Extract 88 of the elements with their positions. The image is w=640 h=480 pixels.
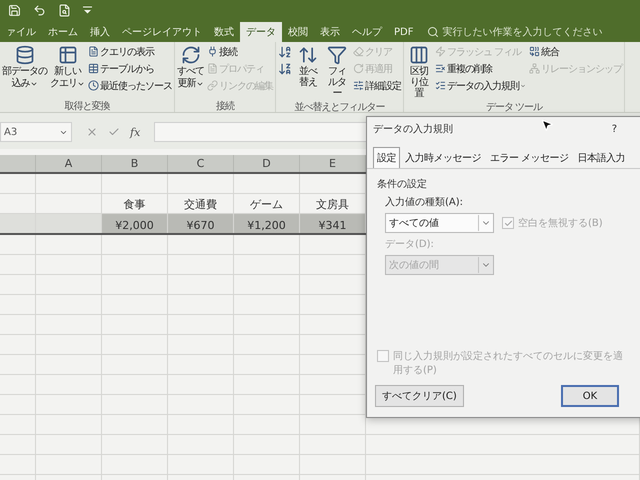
field-label: データ(D): (385, 238, 435, 251)
ribbon-button[interactable]: 新しい クエリ (49, 44, 86, 90)
group-label: 接続 (215, 100, 236, 112)
sort-icon (298, 45, 318, 65)
search-icon (427, 26, 440, 38)
dialog-tab[interactable]: 入力時メッセージ (401, 147, 485, 168)
ribbon-tab[interactable]: ァイル (0, 22, 42, 42)
ribbon-button[interactable]: 並べ替え (294, 44, 322, 89)
table-icon (58, 45, 78, 65)
ribbon-button[interactable]: フィルター (323, 44, 351, 100)
ribbon-button[interactable]: 部データの 込み (1, 44, 48, 90)
ribbon-tab[interactable]: ページレイアウト (116, 22, 208, 42)
ribbon-button[interactable]: 接続 (206, 44, 274, 59)
ribbon-button[interactable]: クエリの表示 (87, 44, 173, 59)
column-header[interactable]: B (102, 155, 168, 172)
column-header[interactable]: D (234, 155, 300, 172)
ribbon-tab[interactable]: 数式 (208, 22, 240, 42)
undo-icon[interactable] (33, 4, 46, 16)
columns-icon (409, 45, 429, 65)
ribbon-button[interactable]: 詳細設定 (352, 78, 402, 93)
link-icon (207, 80, 218, 91)
search-field[interactable]: 実行したい作業を入力してください (427, 22, 602, 42)
ribbon-button[interactable]: テーブルから (87, 61, 173, 76)
dialog-tab[interactable]: 日本語入力 (574, 147, 630, 168)
sort-button[interactable] (277, 61, 293, 76)
plug-icon (207, 46, 218, 57)
sort-descending-icon (278, 62, 292, 76)
table-icon (88, 63, 99, 74)
dialog-title: データの入力規則 (373, 122, 453, 136)
caret-icon (520, 82, 526, 88)
eraser-icon (353, 46, 364, 57)
table-cell: ¥341 (300, 214, 366, 233)
remove-list-icon (435, 63, 446, 74)
document-icon (88, 46, 99, 57)
save-icon[interactable] (8, 4, 21, 16)
group-label: データ ツール (484, 101, 544, 113)
document-icon (207, 63, 218, 74)
reapply-icon (353, 63, 364, 74)
table-cell: ¥670 (168, 214, 234, 233)
field-label: 入力値の種類(A): (385, 196, 464, 209)
refresh-icon (180, 45, 200, 65)
ribbon-tab[interactable]: 挿入 (84, 22, 116, 42)
ribbon-tab[interactable]: データ (240, 22, 282, 42)
mouse-pointer-icon (540, 118, 554, 132)
table-cell: ゲーム (234, 194, 300, 213)
ribbon-button[interactable]: 統合 (528, 44, 623, 59)
clear-button[interactable]: すべてクリア(C) (375, 385, 464, 407)
checklist-icon (435, 80, 446, 91)
ribbon-tab[interactable]: 校閲 (282, 22, 314, 42)
column-header[interactable]: A (36, 155, 102, 172)
ribbon-tab[interactable]: ホーム (42, 22, 84, 42)
group-label: 取得と変換 (64, 100, 111, 112)
function-button[interactable]: fx (130, 126, 140, 138)
sort-ascending-icon (278, 44, 292, 58)
table-cell: 交通費 (168, 194, 234, 213)
check-icon[interactable] (108, 126, 120, 138)
help-button[interactable]: ? (612, 124, 617, 134)
sort-button[interactable] (277, 44, 293, 59)
flash-icon (435, 46, 446, 57)
sliders-icon (353, 80, 364, 91)
ribbon-tab[interactable]: PDF (388, 22, 420, 42)
ribbon-button[interactable]: 区切り位置 (405, 44, 433, 100)
section-title: 条件の設定 (377, 178, 428, 191)
network-icon (529, 63, 540, 74)
preview-icon[interactable] (58, 4, 71, 16)
clock-icon (88, 80, 99, 91)
table-cell: ¥1,200 (234, 214, 300, 233)
ribbon-button[interactable]: 最近使ったソース (87, 78, 173, 93)
ribbon-button[interactable]: 重複の削除 (434, 61, 527, 76)
funnel-icon (327, 45, 347, 65)
dropdown[interactable]: すべての値 (385, 213, 494, 233)
customize-icon[interactable] (83, 6, 92, 14)
combine-icon (529, 46, 540, 57)
ok-button[interactable]: OK (561, 385, 619, 407)
table-cell: ¥2,000 (102, 214, 168, 233)
ribbon-button[interactable]: データの入力規則 (434, 78, 527, 93)
table-cell: 食事 (102, 194, 168, 213)
dialog-tab[interactable]: エラー メッセージ (486, 147, 573, 168)
column-header[interactable]: C (168, 155, 234, 172)
dialog-tab[interactable]: 設定 (373, 147, 400, 168)
checkmark-icon (504, 218, 512, 228)
ribbon-tab[interactable]: ヘルプ (346, 22, 388, 42)
ribbon-button[interactable]: すべて 更新 (176, 44, 205, 90)
checkbox-label: 空白を無視する(B) (518, 216, 603, 230)
ribbon-tab[interactable]: 表示 (314, 22, 346, 42)
group-label: 並べ替えとフィルター (294, 100, 386, 113)
name-box[interactable]: A3 (0, 122, 72, 142)
database-icon (14, 45, 34, 65)
